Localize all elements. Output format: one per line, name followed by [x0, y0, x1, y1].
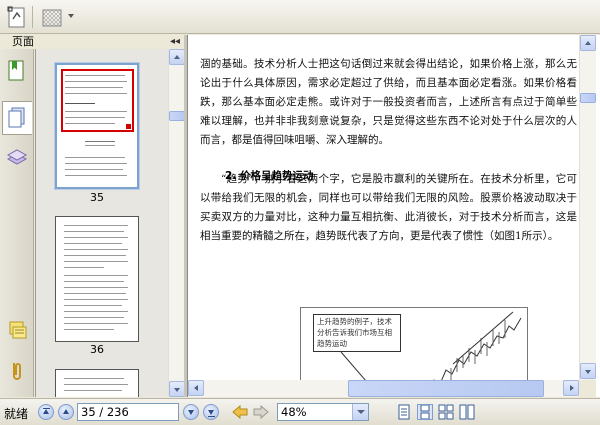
pages-icon[interactable] [2, 101, 32, 135]
thumbnail-label-35: 35 [55, 191, 139, 204]
page-number-input[interactable]: 35 / 236 [77, 403, 179, 421]
facing-icon[interactable] [438, 404, 454, 420]
continuous-icon[interactable] [417, 404, 433, 420]
toolbar [0, 0, 600, 34]
toolbar-separator [32, 6, 33, 28]
zoom-select[interactable]: 48% [277, 403, 369, 421]
select-tool-icon [42, 9, 62, 27]
pdf-viewer-window: 页面 ◂◂ 35 36 涸的基础。技术分析人士把这句话倒过来就会得出结论，如果价… [0, 0, 600, 425]
back-icon[interactable] [231, 404, 249, 420]
page-content: 涸的基础。技术分析人士把这句话倒过来就会得出结论，如果价格上涨，那么无论出于什么… [200, 55, 577, 246]
document-view[interactable]: 涸的基础。技术分析人士把这句话倒过来就会得出结论，如果价格上涨，那么无论出于什么… [187, 35, 600, 397]
scroll-down-button[interactable] [169, 381, 184, 397]
navigation-strip [0, 49, 34, 397]
forward-icon[interactable] [252, 404, 270, 420]
scroll-right-button[interactable] [563, 380, 579, 396]
scroll-corner [579, 380, 596, 397]
section-heading: 2. 价格呈趋势运动 [225, 170, 314, 182]
thumbnail-page-35[interactable] [54, 62, 140, 190]
panel-title: 页面 [12, 35, 34, 48]
doc-scroll-up-button[interactable] [580, 35, 596, 51]
thumbnail-label-36: 36 [90, 343, 104, 356]
document-horizontal-scrollbar[interactable] [188, 380, 579, 397]
thumbnail-panel: 35 36 [35, 49, 184, 397]
continuous-facing-icon[interactable] [459, 404, 475, 420]
panel-header: 页面 ◂◂ [0, 35, 185, 49]
layers-icon[interactable] [5, 145, 29, 169]
prev-page-icon[interactable] [58, 404, 74, 420]
paragraph-1: 涸的基础。技术分析人士把这句话倒过来就会得出结论，如果价格上涨，那么无论出于什么… [200, 58, 577, 146]
resize-handle[interactable] [126, 124, 131, 129]
thumbnail-page-36[interactable] [55, 216, 139, 342]
zoom-dropdown-icon[interactable] [352, 404, 368, 420]
thumbnail-page-37[interactable] [55, 369, 139, 397]
thumbnail-scrollbar[interactable] [168, 49, 184, 397]
select-tool-dropdown-icon[interactable] [68, 14, 74, 18]
last-page-icon[interactable] [203, 404, 219, 420]
snapshot-tool-button[interactable] [3, 4, 29, 30]
select-tool-button[interactable] [38, 4, 64, 30]
document-vertical-scrollbar[interactable] [579, 35, 596, 380]
doc-scroll-thumb[interactable] [580, 93, 596, 103]
doc-scroll-down-button[interactable] [580, 363, 596, 379]
zoom-value: 48% [281, 405, 307, 419]
scroll-thumb[interactable] [169, 111, 184, 121]
collapse-panel-button[interactable]: ◂◂ [170, 36, 180, 48]
first-page-icon[interactable] [38, 404, 54, 420]
scroll-left-button[interactable] [188, 380, 204, 396]
single-page-icon[interactable] [396, 404, 412, 420]
comments-icon[interactable] [5, 319, 29, 343]
scroll-up-button[interactable] [169, 49, 184, 65]
next-page-icon[interactable] [183, 404, 199, 420]
bookmarks-icon[interactable] [5, 59, 29, 83]
status-bar: 就绪 35 / 236 48% [0, 398, 600, 425]
horizontal-scroll-thumb[interactable] [348, 380, 544, 397]
attachments-icon[interactable] [5, 359, 29, 383]
snapshot-icon [7, 6, 25, 28]
status-text: 就绪 [4, 407, 29, 421]
